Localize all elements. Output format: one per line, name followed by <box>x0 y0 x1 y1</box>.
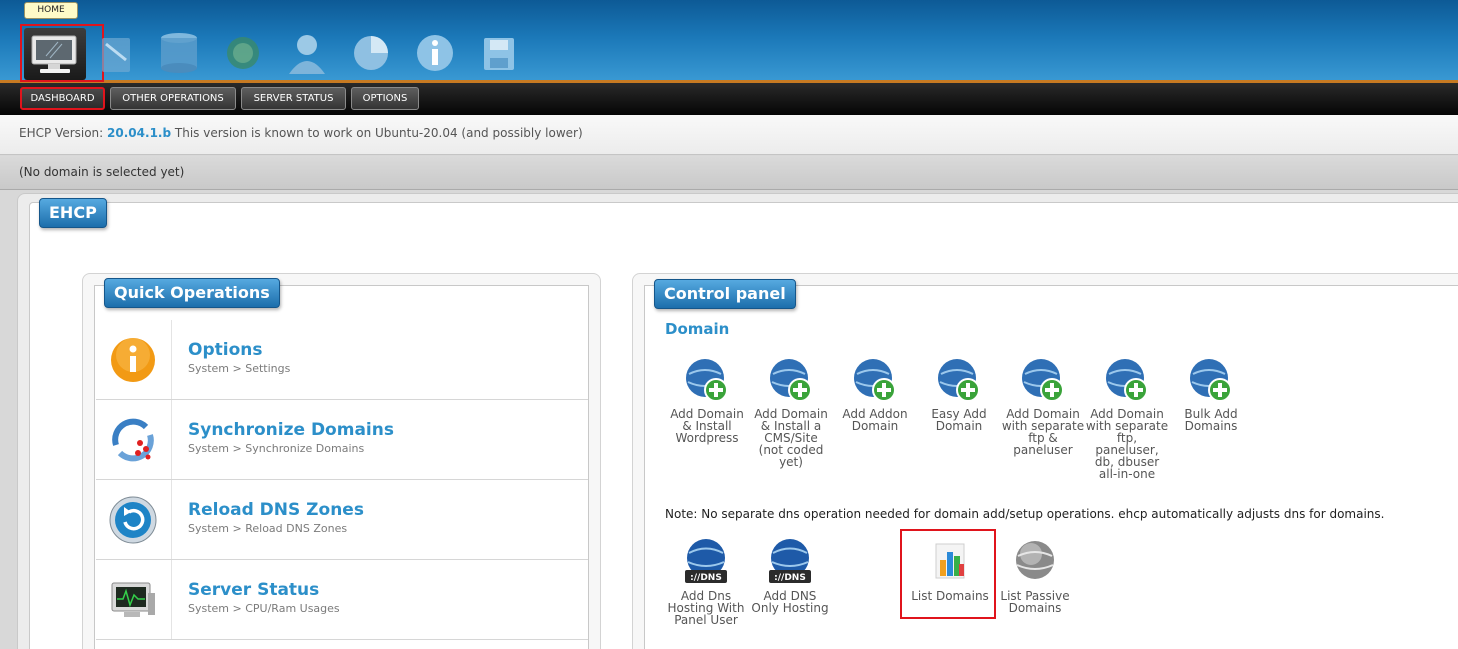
add-dns-hosting-with-panel-user[interactable]: ://DNS Add Dns Hosting With Panel User <box>664 538 748 626</box>
nav-options[interactable]: OPTIONS <box>351 87 419 110</box>
list-passive-domains[interactable]: List Passive Domains <box>993 538 1077 614</box>
bulk-add-domains[interactable]: Bulk Add Domains <box>1169 356 1253 432</box>
domain-section-title: Domain <box>665 320 730 338</box>
item-label: Add Dns Hosting With Panel User <box>667 589 745 627</box>
quick-op-title[interactable]: Options <box>188 340 262 360</box>
quick-op-title[interactable]: Synchronize Domains <box>188 420 394 440</box>
ftp-globe-icon[interactable] <box>220 30 266 76</box>
quick-op-title[interactable]: Server Status <box>188 580 319 600</box>
main-navbar: DASHBOARD OTHER OPERATIONS SERVER STATUS… <box>0 83 1458 115</box>
control-panel-title: Control panel <box>654 279 796 309</box>
item-label: Add Domain & Install Wordpress <box>670 407 744 445</box>
home-monitor-icon <box>31 35 77 73</box>
item-label: Bulk Add Domains <box>1184 407 1238 433</box>
item-label: Add Domain with separate ftp & paneluser <box>1001 407 1085 457</box>
sync-icon <box>112 418 154 462</box>
dns-note: Note: No separate dns operation needed f… <box>665 507 1385 521</box>
easy-add-domain[interactable]: Easy Add Domain <box>917 356 1001 432</box>
quick-op-title[interactable]: Reload DNS Zones <box>188 500 364 520</box>
quick-op-subtitle: System > CPU/Ram Usages <box>188 602 340 615</box>
add-dns-only-hosting[interactable]: ://DNS Add DNS Only Hosting <box>748 538 832 614</box>
quick-op-options[interactable]: Options System > Settings <box>96 320 588 400</box>
top-header <box>0 0 1458 82</box>
ehcp-title-tab: EHCP <box>39 198 107 228</box>
add-addon-domain[interactable]: Add Addon Domain <box>833 356 917 432</box>
dns-globe-icon: ://DNS <box>682 538 730 586</box>
info-icon[interactable] <box>412 30 458 76</box>
quick-op-reload-dns-zones[interactable]: Reload DNS Zones System > Reload DNS Zon… <box>96 480 588 560</box>
version-bar: EHCP Version: 20.04.1.b This version is … <box>0 115 1458 155</box>
save-disk-icon[interactable] <box>476 30 522 76</box>
monitor-icon <box>111 582 155 617</box>
quick-op-subtitle: System > Settings <box>188 362 291 375</box>
quick-op-options-icon-cell <box>96 320 172 399</box>
add-domain-install-cms[interactable]: Add Domain & Install a CMS/Site (not coded y… <box>749 356 833 468</box>
quick-op-subtitle: System > Reload DNS Zones <box>188 522 348 535</box>
add-globe-icon <box>1187 356 1235 404</box>
nav-dashboard[interactable]: DASHBOARD <box>20 87 105 110</box>
item-label: Add DNS Only Hosting <box>751 589 829 615</box>
quick-op-reload-icon-cell <box>96 480 172 559</box>
quick-op-subtitle: System > Synchronize Domains <box>188 442 365 455</box>
mysql-database-icon[interactable] <box>156 30 202 76</box>
add-domain-separate-ftp-paneluser[interactable]: Add Domain with separate ftp & paneluser <box>1001 356 1085 456</box>
pie-chart-icon[interactable] <box>348 30 394 76</box>
quick-operations-title: Quick Operations <box>104 278 280 308</box>
add-globe-icon <box>683 356 731 404</box>
svg-text:://DNS: ://DNS <box>774 573 806 583</box>
selected-domain-text: (No domain is selected yet) <box>19 165 185 179</box>
item-label: Add Addon Domain <box>842 407 908 433</box>
version-text: EHCP Version: 20.04.1.b This version is … <box>19 126 583 140</box>
bar-chart-icon <box>926 538 974 586</box>
reload-icon <box>109 496 157 544</box>
add-globe-icon <box>1019 356 1067 404</box>
add-globe-icon <box>767 356 815 404</box>
list-domains[interactable]: List Domains <box>908 538 992 602</box>
add-domain-all-in-one[interactable]: Add Domain with separate ftp, paneluser, db,… <box>1085 356 1169 480</box>
dns-globe-icon: ://DNS <box>766 538 814 586</box>
version-number: 20.04.1.b <box>107 126 172 140</box>
svg-text:://DNS: ://DNS <box>690 573 722 583</box>
add-globe-icon <box>1103 356 1151 404</box>
quick-op-server-status[interactable]: Server Status System > CPU/Ram Usages <box>96 560 588 640</box>
nav-other-operations[interactable]: OTHER OPERATIONS <box>110 87 236 110</box>
item-label: Easy Add Domain <box>931 407 987 433</box>
edit-document-icon[interactable] <box>92 30 138 76</box>
quick-op-monitor-icon-cell <box>96 560 172 639</box>
item-label: Add Domain & Install a CMS/Site (not coded y… <box>754 407 828 469</box>
info-icon <box>111 338 155 382</box>
home-tooltip: HOME <box>24 2 78 19</box>
version-note: This version is known to work on Ubuntu-… <box>174 126 583 140</box>
nav-server-status[interactable]: SERVER STATUS <box>241 87 346 110</box>
quick-op-sync-icon-cell <box>96 400 172 479</box>
item-label: List Domains <box>911 589 989 603</box>
grey-globe-icon <box>1011 538 1059 586</box>
item-label: List Passive Domains <box>1000 589 1070 615</box>
item-label: Add Domain with separate ftp, paneluser, db,… <box>1085 407 1169 481</box>
quick-op-synchronize-domains[interactable]: Synchronize Domains System > Synchronize… <box>96 400 588 480</box>
version-label: EHCP Version: <box>19 126 104 140</box>
add-domain-install-wordpress[interactable]: Add Domain & Install Wordpress <box>665 356 749 444</box>
user-icon[interactable] <box>284 30 330 76</box>
add-globe-icon <box>935 356 983 404</box>
selected-domain-bar: (No domain is selected yet) <box>0 156 1458 190</box>
add-globe-icon <box>851 356 899 404</box>
